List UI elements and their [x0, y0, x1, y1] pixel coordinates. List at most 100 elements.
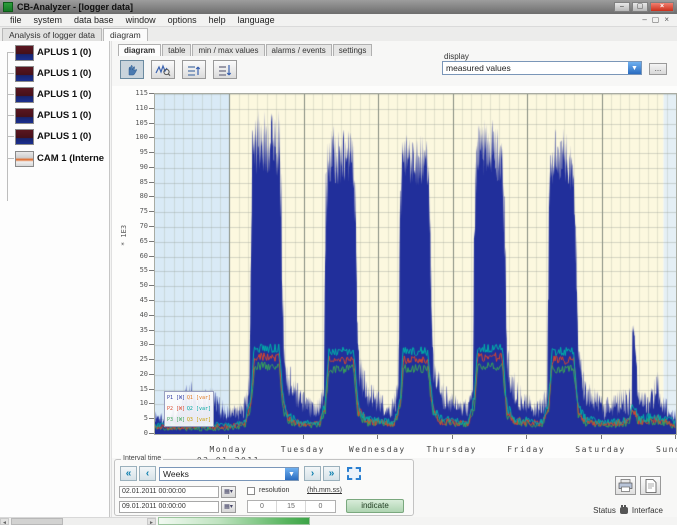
resolution-seconds-field[interactable]: 0 [306, 501, 335, 512]
y-tick-label: 60 [126, 252, 148, 260]
app-window: CB-Analyzer - [logger data] – ▢ × file s… [0, 0, 677, 525]
cam-device-icon [15, 151, 34, 167]
interval-next-button[interactable]: › [304, 466, 321, 481]
menu-language[interactable]: language [238, 15, 275, 25]
scale-auto-button[interactable] [213, 60, 237, 79]
interval-prev-fast-button[interactable]: « [120, 466, 137, 481]
indicate-button[interactable]: indicate [346, 499, 404, 513]
pan-tool-button[interactable] [120, 60, 144, 79]
x-tick-mark [377, 435, 378, 439]
zoom-curve-button[interactable] [151, 60, 175, 79]
tree-item-aplus-4[interactable]: APLUS 1 (0) [0, 105, 110, 126]
status-label: Status [593, 506, 616, 515]
display-more-button[interactable]: ... [649, 63, 667, 75]
display-label: display [444, 52, 469, 61]
tree-item-cam-1[interactable]: CAM 1 (Interne [0, 148, 110, 169]
mdi-restore-button[interactable]: ▢ [652, 15, 660, 24]
y-tick-mark [149, 418, 154, 419]
date-to-field[interactable]: 09.01.2011 00:00:00 [119, 501, 219, 513]
y-tick-mark [149, 108, 154, 109]
y-tick-mark [149, 344, 154, 345]
mdi-close-button[interactable]: × [664, 15, 669, 24]
chevron-down-icon[interactable]: ▼ [628, 62, 641, 74]
y-tick-mark [149, 433, 154, 434]
resolution-checkbox[interactable] [247, 487, 255, 495]
status-bar: Status Interface [593, 506, 663, 515]
resolution-format-label: (hh.mm.ss) [307, 487, 342, 494]
close-button[interactable]: × [650, 2, 674, 12]
interval-time-legend: Interval time [121, 455, 163, 462]
tab-table[interactable]: table [162, 44, 191, 56]
date-to-calendar-button[interactable]: ▦▾ [221, 501, 236, 513]
x-tick-mark [526, 435, 527, 439]
y-tick-mark [149, 93, 154, 94]
title-bar[interactable]: CB-Analyzer - [logger data] – ▢ × [0, 0, 677, 14]
menu-file[interactable]: file [10, 15, 22, 25]
y-tick-label: 105 [126, 119, 148, 127]
y-tick-label: 40 [126, 311, 148, 319]
y-tick-label: 5 [126, 414, 148, 422]
legend-entry: Q3 [var] [187, 417, 211, 423]
x-day-label: Tuesday [281, 445, 325, 454]
tab-diagram-view[interactable]: diagram [103, 28, 148, 41]
axis-scale-up-icon [187, 63, 201, 77]
tab-settings[interactable]: settings [333, 44, 373, 56]
print-button[interactable] [615, 476, 636, 495]
resolution-hours-field[interactable]: 0 [248, 501, 277, 512]
menu-options[interactable]: options [168, 15, 197, 25]
y-tick-mark [149, 196, 154, 197]
display-combo[interactable]: measured values ▼ [442, 61, 642, 75]
tree-item-aplus-2[interactable]: APLUS 1 (0) [0, 63, 110, 84]
aplus-device-icon [15, 87, 34, 103]
mdi-minimize-button[interactable]: – [642, 15, 646, 24]
tree-item-aplus-3[interactable]: APLUS 1 (0) [0, 84, 110, 105]
x-tick-mark [228, 435, 229, 439]
hand-pan-icon [125, 63, 139, 77]
menu-system[interactable]: system [34, 15, 63, 25]
maximize-button[interactable]: ▢ [632, 2, 648, 12]
legend-entry: Q1 [var] [187, 395, 211, 401]
minimize-button[interactable]: – [614, 2, 630, 12]
tab-diagram[interactable]: diagram [118, 44, 161, 56]
scroll-right-icon[interactable]: ► [147, 518, 156, 525]
tree-item-aplus-5[interactable]: APLUS 1 (0) [0, 126, 110, 147]
x-day-label: Saturday [575, 445, 626, 454]
app-tab-row: Analysis of logger data diagram [0, 27, 677, 41]
tab-analysis-of-logger-data[interactable]: Analysis of logger data [2, 28, 102, 41]
y-tick-label: 15 [126, 385, 148, 393]
date-from-calendar-button[interactable]: ▦▾ [221, 486, 236, 498]
aplus-device-icon [15, 66, 34, 82]
menu-database[interactable]: data base [74, 15, 114, 25]
interval-fullrange-button[interactable] [347, 467, 361, 480]
interval-prev-button[interactable]: ‹ [139, 466, 156, 481]
menu-help[interactable]: help [209, 15, 226, 25]
export-button[interactable] [640, 476, 661, 495]
chart-toolbar [120, 60, 237, 79]
y-tick-label: 75 [126, 207, 148, 215]
y-tick-mark [149, 256, 154, 257]
menu-window[interactable]: window [126, 15, 156, 25]
tab-alarms-events[interactable]: alarms / events [266, 44, 332, 56]
x-day-label: Monday [209, 445, 247, 454]
chart-legend[interactable]: P1 [W]Q1 [var]P2 [W]Q2 [var]P3 [W]Q3 [va… [164, 391, 214, 427]
sidebar-horizontal-scrollbar[interactable]: ◄ ► [0, 517, 156, 525]
scale-y-axis-button[interactable] [182, 60, 206, 79]
chart-canvas[interactable] [154, 93, 677, 435]
y-tick-label: 115 [126, 89, 148, 97]
interface-label: Interface [632, 506, 663, 515]
chevron-down-icon[interactable]: ▼ [285, 468, 298, 480]
y-tick-label: 55 [126, 266, 148, 274]
legend-entry: P3 [W] [167, 417, 187, 423]
y-tick-mark [149, 300, 154, 301]
interval-next-fast-button[interactable]: » [323, 466, 340, 481]
tab-min-max-values[interactable]: min / max values [192, 44, 264, 56]
interval-combo[interactable]: Weeks ▼ [159, 467, 299, 481]
y-tick-mark [149, 270, 154, 271]
resolution-minutes-field[interactable]: 15 [277, 501, 306, 512]
scrollbar-thumb[interactable] [11, 518, 63, 525]
y-tick-mark [149, 403, 154, 404]
date-from-field[interactable]: 02.01.2011 00:00:00 [119, 486, 219, 498]
scroll-left-icon[interactable]: ◄ [0, 518, 9, 525]
tree-item-aplus-1[interactable]: APLUS 1 (0) [0, 42, 110, 63]
y-tick-label: 110 [126, 104, 148, 112]
